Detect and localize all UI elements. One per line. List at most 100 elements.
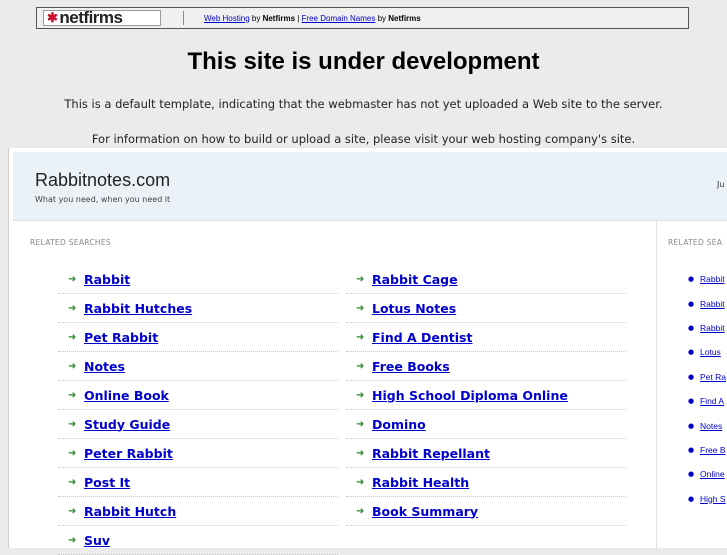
hosting-info-notice: For information on how to build or uploa… [91,132,636,146]
related-search-item[interactable]: ➜ Book Summary [346,497,626,526]
arrow-right-icon: ➜ [68,418,77,430]
bullet-icon: ● [688,397,695,406]
related-search-item[interactable]: ➜ Rabbit [58,265,338,294]
arrow-right-icon: ➜ [68,476,77,488]
related-search-item[interactable]: ➜ Domino [346,410,626,439]
side-search-link[interactable]: High S [700,494,726,504]
related-search-link[interactable]: Rabbit Hutches [84,301,192,316]
side-search-item[interactable]: ● Find A [688,389,726,413]
side-search-item[interactable]: ● Rabbit [688,267,726,291]
related-search-link[interactable]: Peter Rabbit [84,446,173,461]
netfirms-logo-icon: ✱ [47,10,58,25]
related-search-item[interactable]: ➜ Free Books [346,352,626,381]
bullet-icon: ● [688,372,695,381]
bullet-icon: ● [688,470,695,479]
bullet-icon: ● [688,421,695,430]
arrow-right-icon: ➜ [68,302,77,314]
related-search-link[interactable]: Suv [84,533,110,548]
arrow-right-icon: ➜ [356,273,365,285]
side-search-item[interactable]: ● Lotus [688,340,726,364]
related-search-link[interactable]: Rabbit Health [372,475,469,490]
parked-header: Rabbitnotes.com What you need, when you … [13,152,727,221]
related-search-link[interactable]: Free Books [372,359,450,374]
related-search-link[interactable]: Find A Dentist [372,330,472,345]
bullet-icon: ● [688,494,695,503]
arrow-right-icon: ➜ [68,534,77,546]
related-search-item[interactable]: ➜ Study Guide [58,410,338,439]
side-search-item[interactable]: ● High S [688,487,726,511]
related-search-link[interactable]: Notes [84,359,125,374]
related-search-item[interactable]: ➜ Pet Rabbit [58,323,338,352]
related-search-link[interactable]: Rabbit Cage [372,272,458,287]
side-search-link[interactable]: Rabbit [700,299,725,309]
side-search-item[interactable]: ● Rabbit [688,291,726,315]
related-search-item[interactable]: ➜ Lotus Notes [346,294,626,323]
related-search-link[interactable]: Book Summary [372,504,478,519]
bullet-icon: ● [688,323,695,332]
related-search-item[interactable]: ➜ Suv [58,526,338,555]
related-search-item[interactable]: ➜ Peter Rabbit [58,439,338,468]
related-search-item[interactable]: ➜ High School Diploma Online [346,381,626,410]
arrow-right-icon: ➜ [356,302,365,314]
header-right-text: Ju [717,180,725,189]
arrow-right-icon: ➜ [68,331,77,343]
related-search-item[interactable]: ➜ Rabbit Health [346,468,626,497]
bullet-icon: ● [688,445,695,454]
arrow-right-icon: ➜ [356,447,365,459]
side-search-link[interactable]: Find A [700,396,724,406]
related-search-link[interactable]: Online Book [84,388,169,403]
related-search-item[interactable]: ➜ Rabbit Repellant [346,439,626,468]
netfirms-logo-text: netfirms [59,8,123,27]
arrow-right-icon: ➜ [356,360,365,372]
arrow-right-icon: ➜ [68,273,77,285]
netfirms-bar: ✱ netfirms Web Hosting by Netfirms | Fre… [36,7,689,29]
related-search-link[interactable]: Rabbit Repellant [372,446,490,461]
related-search-item[interactable]: ➜ Online Book [58,381,338,410]
related-search-item[interactable]: ➜ Rabbit Cage [346,265,626,294]
side-search-link[interactable]: Online [700,469,725,479]
related-search-link[interactable]: Post It [84,475,130,490]
arrow-right-icon: ➜ [356,331,365,343]
side-search-link[interactable]: Lotus [700,347,721,357]
related-search-item[interactable]: ➜ Find A Dentist [346,323,626,352]
side-related-list: ● Rabbit ● Rabbit ● Rabbit ● Lotus ● Pet Ra ● Find … [688,267,726,511]
related-search-link[interactable]: Rabbit [84,272,130,287]
arrow-right-icon: ➜ [356,476,365,488]
related-search-item[interactable]: ➜ Rabbit Hutch [58,497,338,526]
netfirms-text-1: Netfirms [262,13,296,23]
related-search-link[interactable]: Study Guide [84,417,170,432]
related-search-item[interactable]: ➜ Post It [58,468,338,497]
side-search-item[interactable]: ● Free B [688,438,726,462]
side-search-link[interactable]: Free B [700,445,726,455]
side-search-link[interactable]: Rabbit [700,323,725,333]
related-search-link[interactable]: Rabbit Hutch [84,504,176,519]
bullet-icon: ● [688,275,695,284]
related-search-item[interactable]: ➜ Notes [58,352,338,381]
related-search-link[interactable]: High School Diploma Online [372,388,568,403]
web-hosting-link[interactable]: Web Hosting [204,14,250,23]
related-searches-col2: ➜ Rabbit Cage ➜ Lotus Notes ➜ Find A Dentist ➜… [346,265,626,526]
site-name[interactable]: Rabbitnotes.com [35,170,170,191]
arrow-right-icon: ➜ [68,389,77,401]
bullet-icon: ● [688,348,695,357]
site-tagline: What you need, when you need it [35,195,171,204]
side-search-link[interactable]: Pet Ra [700,372,726,382]
arrow-right-icon: ➜ [68,505,77,517]
related-search-link[interactable]: Domino [372,417,426,432]
free-domain-link[interactable]: Free Domain Names [302,14,376,23]
bullet-icon: ● [688,299,695,308]
side-search-item[interactable]: ● Notes [688,413,726,437]
related-search-link[interactable]: Lotus Notes [372,301,456,316]
related-searches-col1: ➜ Rabbit ➜ Rabbit Hutches ➜ Pet Rabbit ➜ Notes ➜… [58,265,338,555]
related-search-link[interactable]: Pet Rabbit [84,330,158,345]
netfirms-text-2: Netfirms [388,13,421,23]
netfirms-logo[interactable]: ✱ netfirms [43,8,161,27]
side-search-link[interactable]: Notes [700,421,722,431]
arrow-right-icon: ➜ [356,389,365,401]
side-search-item[interactable]: ● Rabbit [688,316,726,340]
side-search-item[interactable]: ● Online [688,462,726,486]
side-search-item[interactable]: ● Pet Ra [688,365,726,389]
related-search-item[interactable]: ➜ Rabbit Hutches [58,294,338,323]
arrow-right-icon: ➜ [356,418,365,430]
side-search-link[interactable]: Rabbit [700,274,725,284]
